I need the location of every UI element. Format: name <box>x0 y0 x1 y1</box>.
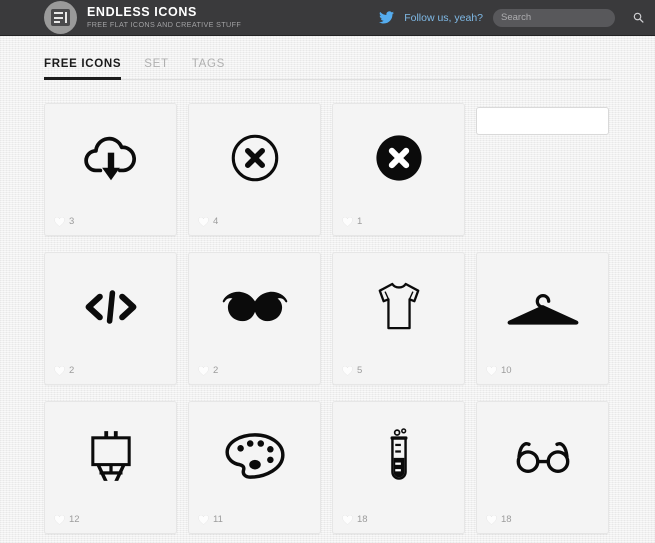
heart-icon[interactable] <box>54 514 65 525</box>
nav-tabs: FREE ICONS SET TAGS <box>44 58 611 80</box>
close-circle-filled-icon <box>333 104 464 212</box>
search-box[interactable] <box>493 8 644 27</box>
test-tube-icon <box>333 402 464 510</box>
like-count: 2 <box>213 365 219 376</box>
like-meta: 2 <box>54 365 74 376</box>
like-count: 5 <box>357 365 363 376</box>
like-count: 2 <box>69 365 75 376</box>
close-circle-outline-icon <box>189 104 320 212</box>
heart-icon[interactable] <box>54 365 65 376</box>
tab-set[interactable]: SET <box>144 58 168 79</box>
easel-icon <box>45 402 176 510</box>
icon-card[interactable]: 5 <box>332 252 465 385</box>
search-input[interactable] <box>501 12 633 23</box>
like-meta: 5 <box>342 365 362 376</box>
site-header: ENDLESS ICONS FREE FLAT ICONS AND CREATI… <box>0 0 655 36</box>
twitter-bird-icon[interactable] <box>379 11 395 24</box>
search-icon[interactable] <box>633 12 644 23</box>
text-input-field[interactable] <box>476 107 609 135</box>
like-count: 3 <box>69 216 75 227</box>
tshirt-icon <box>333 253 464 361</box>
like-count: 18 <box>501 514 512 525</box>
clothes-hanger-icon <box>477 253 608 361</box>
heart-icon[interactable] <box>54 216 65 227</box>
like-meta: 11 <box>198 514 223 525</box>
header-actions: Follow us, yeah? <box>379 8 644 27</box>
follow-us-label[interactable]: Follow us, yeah? <box>404 12 483 24</box>
icon-card[interactable]: 11 <box>188 401 321 534</box>
mustache-icon <box>189 253 320 361</box>
icon-card[interactable]: 2 <box>188 252 321 385</box>
brand-subtitle: FREE FLAT ICONS AND CREATIVE STUFF <box>87 20 242 30</box>
icon-card[interactable]: 4 <box>188 103 321 236</box>
like-meta: 3 <box>54 216 74 227</box>
like-meta: 2 <box>198 365 218 376</box>
heart-icon[interactable] <box>198 216 209 227</box>
heart-icon[interactable] <box>342 514 353 525</box>
endless-icons-logo <box>44 1 77 34</box>
like-count: 11 <box>213 514 223 525</box>
like-count: 12 <box>69 514 80 525</box>
like-meta: 18 <box>342 514 368 525</box>
nav-tabs-container: FREE ICONS SET TAGS <box>44 36 611 80</box>
heart-icon[interactable] <box>198 514 209 525</box>
icon-grid: 3 4 1 2 2 5 10 12 11 18 18 <box>44 80 611 534</box>
heart-icon[interactable] <box>198 365 209 376</box>
cloud-download-icon <box>45 104 176 212</box>
icon-card[interactable]: 12 <box>44 401 177 534</box>
code-brackets-icon <box>45 253 176 361</box>
like-meta: 4 <box>198 216 218 227</box>
like-count: 18 <box>357 514 368 525</box>
like-meta: 12 <box>54 514 80 525</box>
icon-card[interactable]: 18 <box>332 401 465 534</box>
icon-card[interactable]: 3 <box>44 103 177 236</box>
tab-tags[interactable]: TAGS <box>192 58 225 79</box>
brand-title: ENDLESS ICONS <box>87 4 197 19</box>
icon-card[interactable]: 18 <box>476 401 609 534</box>
icon-card[interactable]: 10 <box>476 252 609 385</box>
empty-field-cell <box>476 103 609 236</box>
like-count: 10 <box>501 365 512 376</box>
like-count: 1 <box>357 216 363 227</box>
icon-card[interactable]: 1 <box>332 103 465 236</box>
icon-card[interactable]: 2 <box>44 252 177 385</box>
paint-palette-icon <box>189 402 320 510</box>
heart-icon[interactable] <box>342 365 353 376</box>
like-meta: 1 <box>342 216 362 227</box>
tab-free-icons[interactable]: FREE ICONS <box>44 58 122 80</box>
like-meta: 10 <box>486 365 512 376</box>
like-meta: 18 <box>486 514 512 525</box>
brand[interactable]: ENDLESS ICONS FREE FLAT ICONS AND CREATI… <box>44 1 241 34</box>
heart-icon[interactable] <box>342 216 353 227</box>
heart-icon[interactable] <box>486 365 497 376</box>
eyeglasses-icon <box>477 402 608 510</box>
like-count: 4 <box>213 216 219 227</box>
heart-icon[interactable] <box>486 514 497 525</box>
